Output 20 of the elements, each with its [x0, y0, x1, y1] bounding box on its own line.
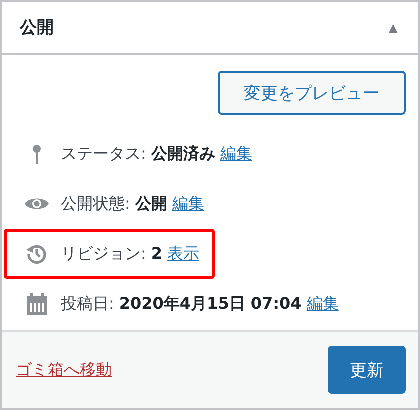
edit-link[interactable]: 編集	[172, 194, 204, 214]
preview-button[interactable]: 変更をプレビュー	[218, 71, 406, 115]
update-button[interactable]: 更新	[328, 346, 406, 394]
edit-link[interactable]: 表示	[168, 244, 200, 264]
eye-icon	[25, 196, 49, 212]
trash-link[interactable]: ゴミ箱へ移動	[16, 360, 112, 380]
collapse-toggle[interactable]: ▲	[388, 20, 398, 34]
edit-link[interactable]: 編集	[220, 144, 252, 164]
row-value: 2020年4月15日 07:04	[119, 294, 302, 314]
row-value: 公開済み	[151, 144, 216, 164]
edit-link[interactable]: 編集	[306, 294, 339, 314]
history-icon	[25, 243, 49, 265]
row-value: 公開	[135, 194, 168, 214]
calendar-icon	[25, 293, 49, 315]
panel-title: 公開	[20, 17, 54, 39]
row-label: リビジョン:	[61, 244, 146, 264]
row-label: ステータス:	[61, 144, 146, 164]
row-label: 公開状態:	[61, 194, 130, 214]
row-value: 2	[151, 244, 163, 264]
row-label: 投稿日:	[61, 294, 114, 314]
